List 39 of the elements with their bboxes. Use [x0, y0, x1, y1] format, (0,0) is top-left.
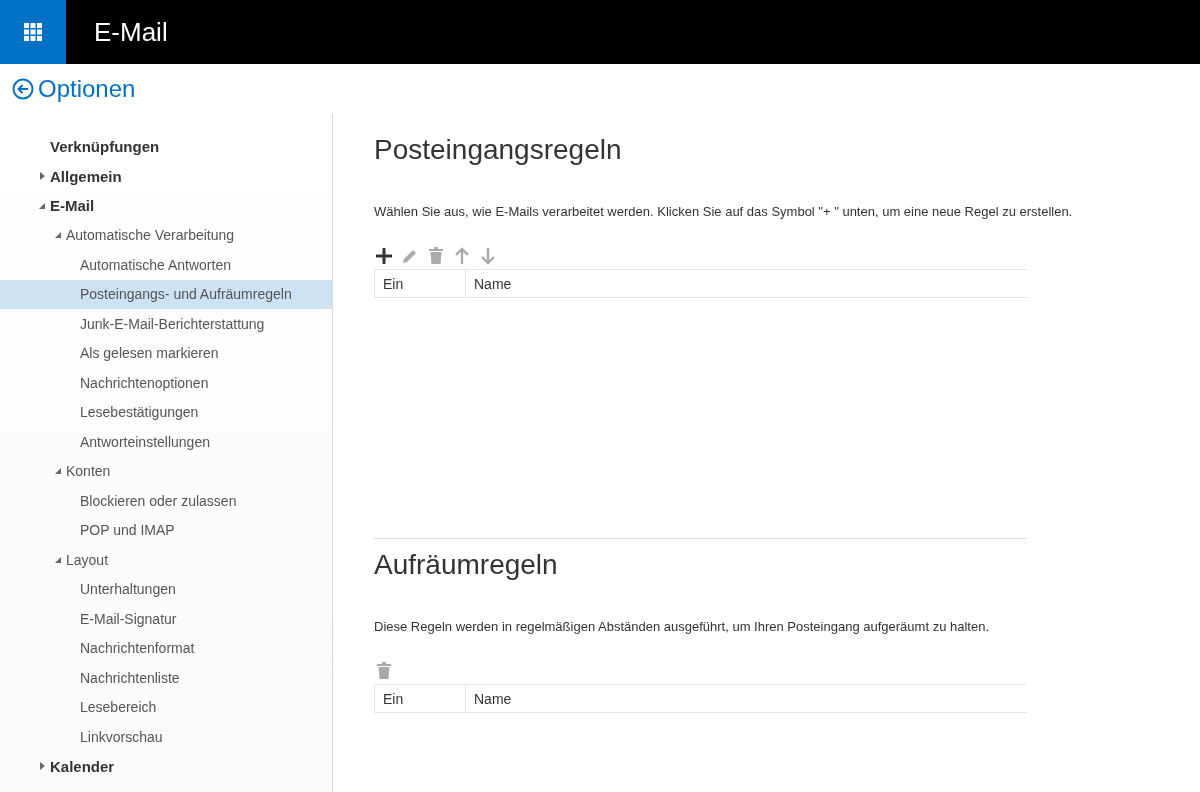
sidebar-item[interactable]: Als gelesen markieren: [0, 338, 332, 368]
sidebar-item[interactable]: Kalender: [0, 751, 332, 781]
section-heading: Posteingangsregeln: [374, 134, 623, 167]
sidebar-item[interactable]: POP und IMAP: [0, 515, 332, 545]
column-header[interactable]: Ein: [374, 684, 466, 713]
sidebar-item[interactable]: E-Mail-Signatur: [0, 604, 332, 634]
sidebar-item[interactable]: Konten: [0, 456, 332, 486]
back-link[interactable]: Optionen: [12, 75, 136, 103]
add-icon: [374, 246, 394, 266]
trash-icon: [374, 661, 394, 681]
column-header[interactable]: Ein: [374, 269, 466, 298]
grid-icon: [24, 23, 42, 41]
sidebar-item[interactable]: Nachrichtenoptionen: [0, 368, 332, 398]
sidebar-item[interactable]: Lesebestätigungen: [0, 397, 332, 427]
arrow-down-icon: [478, 246, 498, 266]
sidebar-item[interactable]: Antworteinstellungen: [0, 427, 332, 457]
sidebar-item[interactable]: Automatische Verarbeitung: [0, 220, 332, 250]
column-header[interactable]: Name: [465, 684, 1027, 713]
section-description: Diese Regeln werden in regelmäßigen Abständen ausgeführt, um Ihren Posteingang aufgeräumt zu halten.: [374, 619, 990, 634]
app-title: E-Mail: [94, 16, 168, 48]
sidebar-item[interactable]: Layout: [0, 545, 332, 575]
sidebar-item[interactable]: Lesebereich: [0, 692, 332, 722]
add-button[interactable]: [374, 246, 394, 266]
sidebar-item[interactable]: Allgemein: [0, 161, 332, 191]
sidebar-item[interactable]: Unterhaltungen: [0, 574, 332, 604]
column-header[interactable]: Name: [465, 269, 1027, 298]
section-description: Wählen Sie aus, wie E-Mails verarbeitet werden. Klicken Sie auf das Symbol "+ " unten, um eine neue Regel zu erstellen.: [374, 204, 1074, 219]
sidebar-item[interactable]: Linkvorschau: [0, 722, 332, 752]
sidebar-item[interactable]: Automatische Antworten: [0, 250, 332, 280]
section-heading: Aufräumregeln: [374, 549, 559, 582]
sidebar-item[interactable]: E-Mail: [0, 191, 332, 221]
sidebar-item[interactable]: Junk-E-Mail-Berichterstattung: [0, 309, 332, 339]
app-launcher-button[interactable]: [0, 0, 66, 64]
sidebar-item[interactable]: Nachrichtenformat: [0, 633, 332, 663]
sidebar-item[interactable]: Blockieren oder zulassen: [0, 486, 332, 516]
sidebar-item[interactable]: Verknüpfungen: [0, 132, 332, 162]
sidebar-item[interactable]: Posteingangs- und Aufräumregeln: [0, 279, 332, 309]
sidebar-item[interactable]: Nachrichtenliste: [0, 663, 332, 693]
trash-icon: [426, 246, 446, 266]
